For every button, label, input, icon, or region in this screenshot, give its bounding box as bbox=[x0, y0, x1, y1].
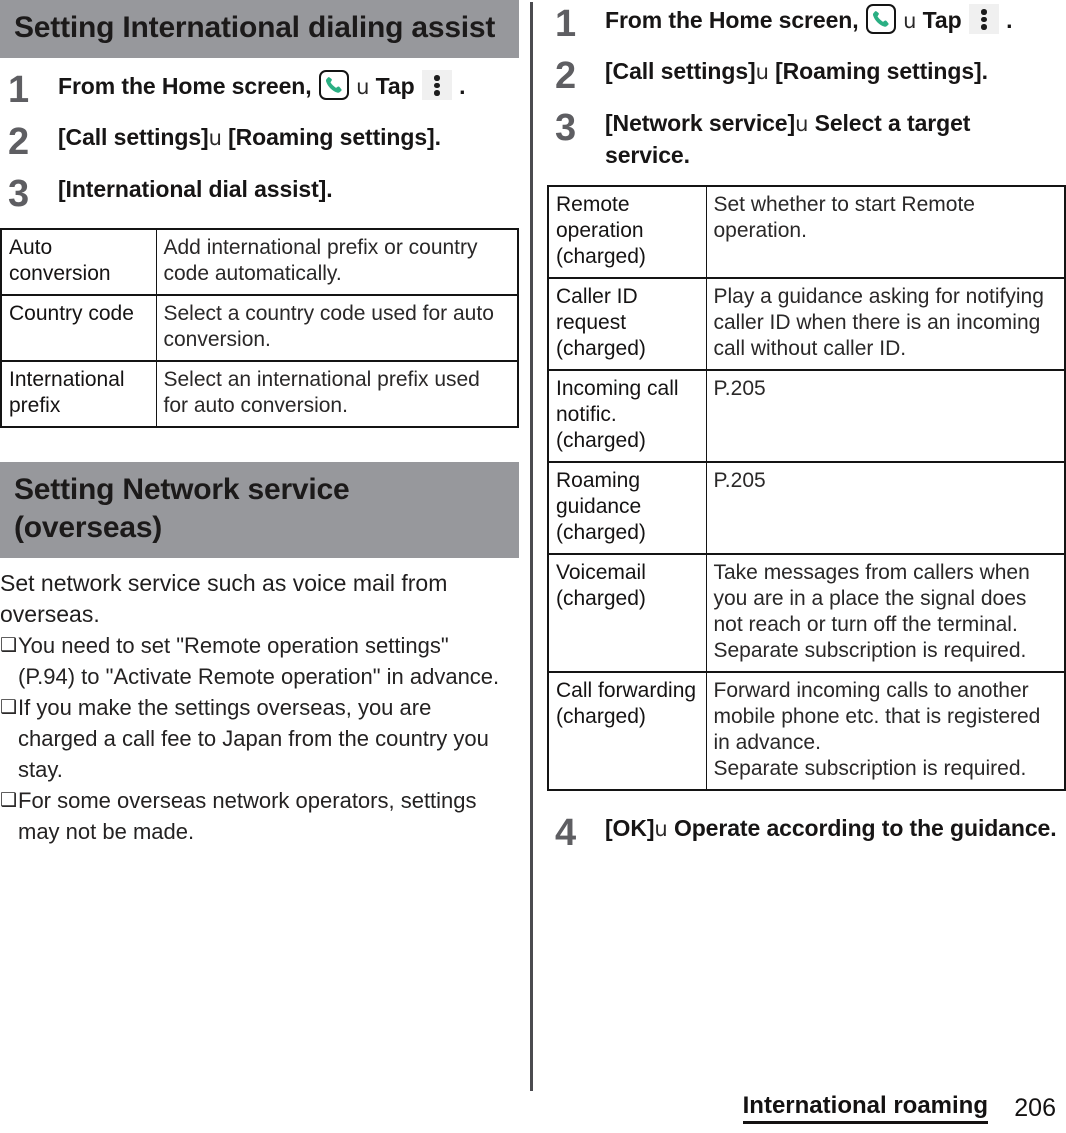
step-item: 2 [Call settings]u [Roaming settings]. bbox=[0, 122, 519, 162]
step-number: 2 bbox=[8, 121, 30, 163]
note-text: You need to set "Remote operation settin… bbox=[18, 633, 500, 689]
table-row: Country code Select a country code used … bbox=[0, 294, 519, 362]
network-service-table: Remote operation (charged) Set whether t… bbox=[547, 185, 1066, 791]
section-intro-text: Set network service such as voice mail f… bbox=[0, 570, 448, 627]
step-item: 2 [Call settings]u [Roaming settings]. bbox=[547, 56, 1066, 96]
step-number: 1 bbox=[555, 3, 577, 45]
manual-page: Setting International dialing assist 1 F… bbox=[0, 0, 1066, 1133]
table-cell-term: Auto conversion bbox=[0, 228, 157, 296]
arrow-glyph: u bbox=[755, 60, 769, 84]
step-text: [International dial assist]. bbox=[58, 174, 519, 205]
three-dot-menu-icon bbox=[421, 70, 452, 100]
step-item: 3 [International dial assist]. bbox=[0, 174, 519, 214]
step-text-pre: From the Home screen, bbox=[605, 7, 859, 33]
step-text-a: [Network service] bbox=[605, 110, 796, 136]
arrow-glyph: u bbox=[654, 817, 668, 841]
page-footer: International roaming 206 bbox=[0, 1083, 1066, 1133]
table-row: Roaming guidance (charged) P.205 bbox=[547, 461, 1066, 555]
step-text: From the Home screen, u Tap . bbox=[605, 4, 1066, 37]
column-divider bbox=[530, 2, 533, 1091]
table-cell-desc: Take messages from callers when you are … bbox=[705, 553, 1066, 673]
note-bullet-icon: ❑ bbox=[0, 634, 18, 656]
footer-page-number: 206 bbox=[1014, 1093, 1056, 1122]
table-cell-desc: P.205 bbox=[705, 369, 1066, 463]
table-cell-term: Country code bbox=[0, 294, 157, 362]
table-cell-desc: Play a guidance asking for notifying cal… bbox=[705, 277, 1066, 371]
step-number: 2 bbox=[555, 55, 577, 97]
step-text-a: [International dial assist]. bbox=[58, 176, 333, 202]
table-cell-desc: Forward incoming calls to another mobile… bbox=[705, 671, 1066, 791]
table-cell-term: Incoming call notific. (charged) bbox=[547, 369, 707, 463]
left-column: Setting International dialing assist 1 F… bbox=[0, 0, 519, 847]
step-text-a: [Call settings] bbox=[605, 58, 756, 84]
step-text-mid: Tap bbox=[922, 7, 962, 33]
table-cell-term: Roaming guidance (charged) bbox=[547, 461, 707, 555]
section-header-dialing-assist: Setting International dialing assist bbox=[0, 0, 519, 58]
phone-icon bbox=[318, 70, 349, 100]
table-row: Caller ID request (charged) Play a guida… bbox=[547, 277, 1066, 371]
step-text-mid: Tap bbox=[375, 73, 415, 99]
step-text-b: [Roaming settings]. bbox=[228, 124, 441, 150]
table-cell-desc: Set whether to start Remote operation. bbox=[705, 185, 1066, 279]
arrow-glyph: u bbox=[208, 126, 222, 150]
arrow-glyph: u bbox=[795, 112, 809, 136]
table-cell-term: International prefix bbox=[0, 360, 157, 428]
step-text-b: Operate according to the guidance. bbox=[673, 815, 1057, 841]
step-text: [Call settings]u [Roaming settings]. bbox=[605, 56, 1066, 88]
phone-icon bbox=[865, 4, 896, 34]
note-text: For some overseas network operators, set… bbox=[18, 788, 477, 844]
step-text-post: . bbox=[1006, 7, 1013, 33]
footer-chapter-title: International roaming bbox=[742, 1092, 988, 1124]
step-text: [Network service]u Select a target servi… bbox=[605, 108, 1066, 171]
step-item: 3 [Network service]u Select a target ser… bbox=[547, 108, 1066, 171]
step-number: 1 bbox=[8, 69, 30, 111]
table-cell-term: Voicemail (charged) bbox=[547, 553, 707, 673]
note-bullet-icon: ❑ bbox=[0, 696, 18, 718]
table-row: Remote operation (charged) Set whether t… bbox=[547, 185, 1066, 279]
notes-list: ❑ You need to set "Remote operation sett… bbox=[0, 630, 519, 847]
step-item: 4 [OK]u Operate according to the guidanc… bbox=[547, 813, 1066, 853]
table-row: Auto conversion Add international prefix… bbox=[0, 228, 519, 296]
step-item: 1 From the Home screen, u Tap . bbox=[547, 4, 1066, 44]
table-row: Call forwarding (charged) Forward incomi… bbox=[547, 671, 1066, 791]
step-text-b: [Roaming settings]. bbox=[775, 58, 988, 84]
dial-assist-table: Auto conversion Add international prefix… bbox=[0, 228, 519, 428]
table-cell-desc: P.205 bbox=[705, 461, 1066, 555]
list-item: ❑ If you make the settings overseas, you… bbox=[0, 692, 519, 785]
section-header-network-service: Setting Network service (overseas) bbox=[0, 462, 519, 558]
step-text: From the Home screen, u Tap . bbox=[58, 70, 519, 103]
right-column: 1 From the Home screen, u Tap . 2 [Call … bbox=[547, 0, 1066, 853]
step-number: 4 bbox=[555, 812, 577, 854]
table-cell-term: Caller ID request (charged) bbox=[547, 277, 707, 371]
table-row: Voicemail (charged) Take messages from c… bbox=[547, 553, 1066, 673]
list-item: ❑ For some overseas network operators, s… bbox=[0, 785, 519, 847]
note-bullet-icon: ❑ bbox=[0, 789, 18, 811]
arrow-glyph: u bbox=[356, 75, 370, 99]
table-cell-term: Call forwarding (charged) bbox=[547, 671, 707, 791]
step-text-a: [Call settings] bbox=[58, 124, 209, 150]
step-text: [OK]u Operate according to the guidance. bbox=[605, 813, 1066, 845]
note-text: If you make the settings overseas, you a… bbox=[18, 695, 489, 782]
table-row: Incoming call notific. (charged) P.205 bbox=[547, 369, 1066, 463]
arrow-glyph: u bbox=[903, 9, 917, 33]
step-number: 3 bbox=[555, 107, 577, 149]
table-cell-term: Remote operation (charged) bbox=[547, 185, 707, 279]
step-text: [Call settings]u [Roaming settings]. bbox=[58, 122, 519, 154]
step-number: 3 bbox=[8, 173, 30, 215]
three-dot-menu-icon bbox=[968, 4, 999, 34]
step-text-a: [OK] bbox=[605, 815, 655, 841]
step-text-pre: From the Home screen, bbox=[58, 73, 312, 99]
table-cell-desc: Select an international prefix used for … bbox=[155, 360, 519, 428]
table-cell-desc: Select a country code used for auto conv… bbox=[155, 294, 519, 362]
table-cell-desc: Add international prefix or country code… bbox=[155, 228, 519, 296]
table-row: International prefix Select an internati… bbox=[0, 360, 519, 428]
list-item: ❑ You need to set "Remote operation sett… bbox=[0, 630, 519, 692]
step-text-post: . bbox=[459, 73, 466, 99]
step-item: 1 From the Home screen, u Tap . bbox=[0, 70, 519, 110]
